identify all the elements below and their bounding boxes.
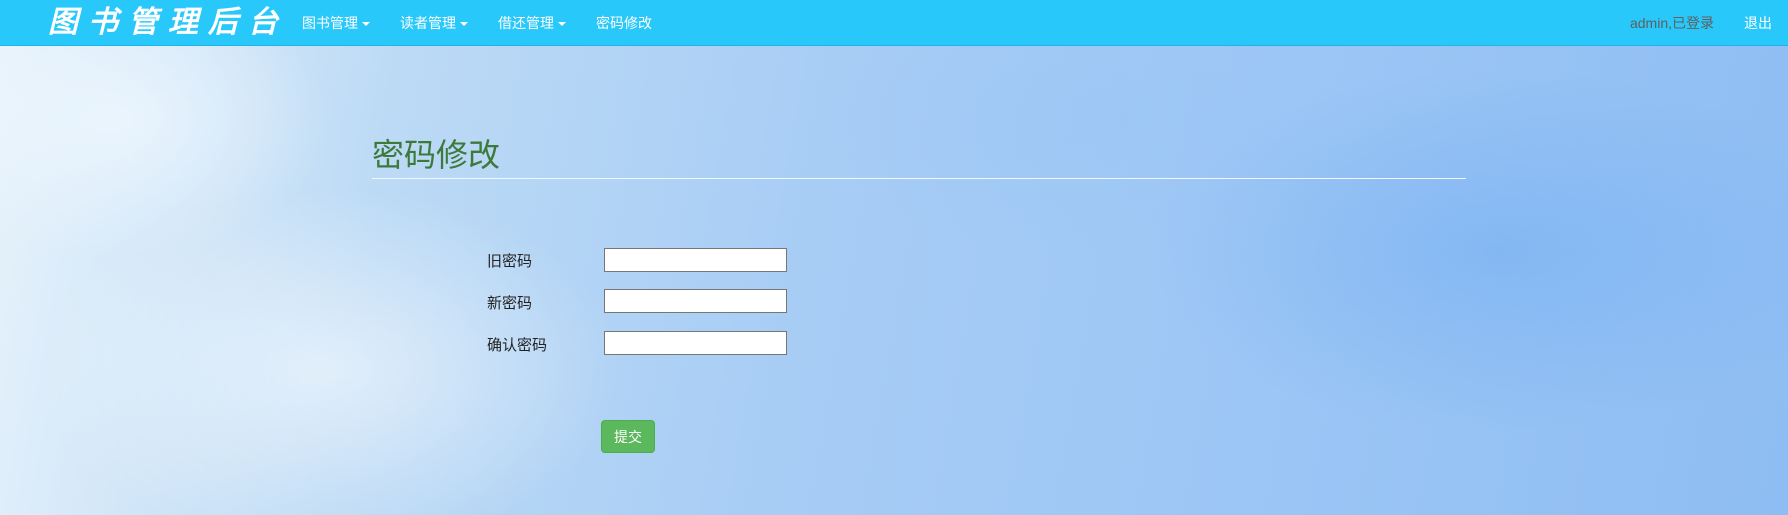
nav-item-label: 密码修改 <box>596 15 652 31</box>
old-password-input[interactable] <box>604 248 787 272</box>
caret-down-icon <box>362 22 370 27</box>
brand-logo[interactable]: 图书管理后台 <box>48 2 288 44</box>
top-navbar: 图书管理后台 图书管理 读者管理 借还管理 密码修改 admin,已登录 退出 <box>0 0 1788 46</box>
main-nav: 图书管理 读者管理 借还管理 密码修改 <box>302 0 667 46</box>
confirm-password-input[interactable] <box>604 331 787 355</box>
nav-item-label: 图书管理 <box>302 15 358 31</box>
confirm-password-label: 确认密码 <box>487 337 548 354</box>
caret-down-icon <box>460 22 468 27</box>
nav-item-change-password[interactable]: 密码修改 <box>581 0 667 46</box>
user-nav: admin,已登录 退出 <box>1630 0 1788 46</box>
nav-item-book-management[interactable]: 图书管理 <box>302 0 385 46</box>
page-title: 密码修改 <box>372 137 501 173</box>
login-status: admin,已登录 <box>1629 15 1714 31</box>
logout-link[interactable]: 退出 <box>1744 0 1788 46</box>
submit-button[interactable]: 提交 <box>601 420 655 453</box>
nav-item-reader-management[interactable]: 读者管理 <box>385 0 483 46</box>
title-divider <box>372 178 1466 179</box>
caret-down-icon <box>558 22 566 27</box>
new-password-label: 新密码 <box>487 295 533 312</box>
old-password-label: 旧密码 <box>487 253 533 270</box>
nav-item-label: 读者管理 <box>400 15 456 31</box>
new-password-input[interactable] <box>604 289 787 313</box>
nav-item-label: 借还管理 <box>498 15 554 31</box>
nav-item-borrow-return-management[interactable]: 借还管理 <box>483 0 581 46</box>
